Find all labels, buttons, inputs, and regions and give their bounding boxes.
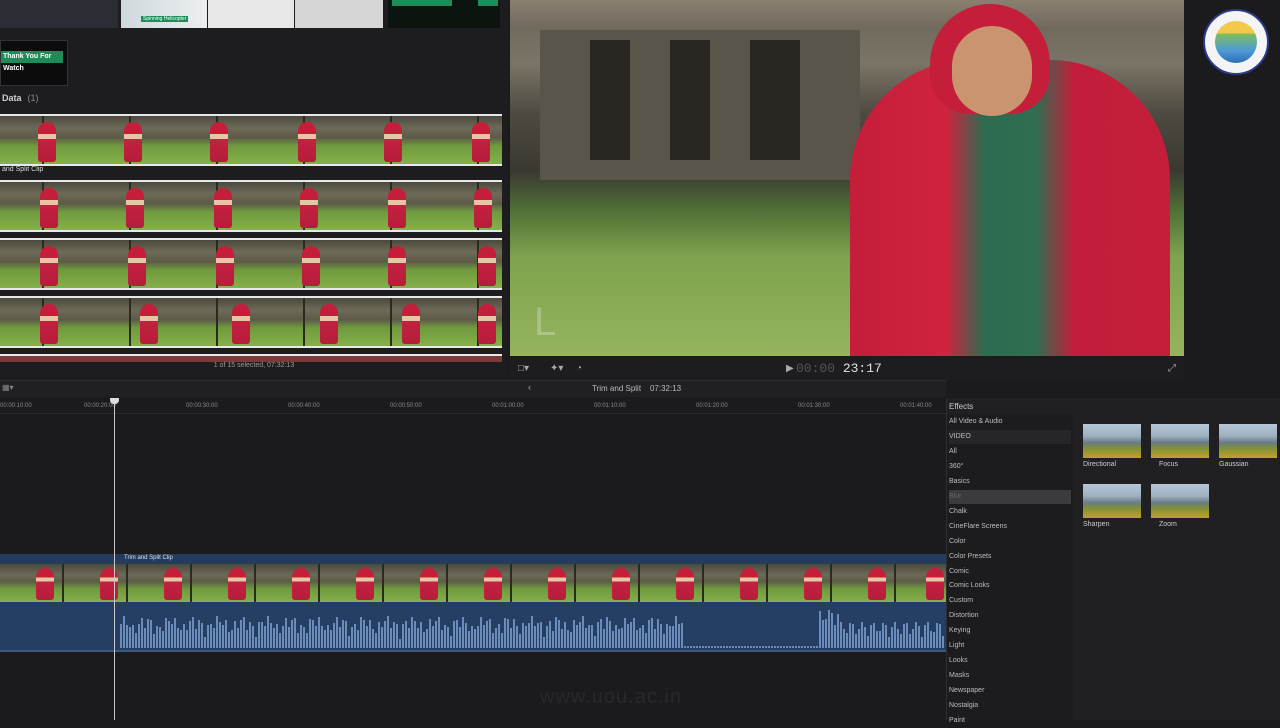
fullscreen-icon[interactable]: ⤢ bbox=[1168, 363, 1176, 374]
ruler-tick: 00:01:30:00 bbox=[798, 403, 830, 409]
ruler-tick: 00:00:30:00 bbox=[186, 403, 218, 409]
clip-thumbnail[interactable] bbox=[208, 0, 294, 28]
ruler-tick: 00:01:20:00 bbox=[696, 403, 728, 409]
effects-category-newspaper[interactable]: Newspaper bbox=[949, 684, 1071, 698]
clip-label: Trim and Split Clip bbox=[124, 555, 173, 561]
timeline-ruler[interactable]: 00:00:10:00 00:00:20:00 00:00:30:00 00:0… bbox=[0, 397, 946, 414]
play-icon[interactable]: ▶ bbox=[786, 363, 794, 374]
clip-thumbnail[interactable] bbox=[295, 0, 383, 28]
effects-category-blur[interactable]: Blur bbox=[949, 489, 1071, 504]
effects-category-basics[interactable]: Basics bbox=[949, 475, 1071, 489]
lower-third-title: L bbox=[534, 300, 557, 344]
transform-icon[interactable]: ✦▾ bbox=[550, 363, 563, 374]
thank-you-title: Thank You For Watch bbox=[1, 51, 63, 72]
playhead[interactable] bbox=[114, 398, 115, 720]
effects-category-paint[interactable]: Paint bbox=[949, 714, 1071, 728]
effects-category-light[interactable]: Light bbox=[949, 639, 1071, 653]
effects-category-distortion[interactable]: Distortion bbox=[949, 609, 1071, 623]
filmstrip-row[interactable] bbox=[0, 180, 502, 232]
effects-category-color[interactable]: Color bbox=[949, 535, 1071, 549]
effect-thumbnail[interactable] bbox=[1151, 484, 1209, 518]
effects-category-custom[interactable]: Custom bbox=[949, 594, 1071, 608]
timeline[interactable]: Trim and Split Clip www.uou.ac.in bbox=[0, 398, 946, 720]
event-title[interactable]: Data (1) bbox=[2, 93, 39, 103]
ruler-tick: 00:01:40:00 bbox=[900, 403, 932, 409]
timecode-display[interactable]: 00:00 23:17 bbox=[796, 361, 882, 376]
effects-category-cineflare-screens[interactable]: CineFlare Screens bbox=[949, 520, 1071, 534]
browser-pane: Spinning Helicopter Thank You For Watch … bbox=[0, 0, 508, 380]
speed-icon[interactable]: ◔ bbox=[576, 363, 582, 374]
timeline-title: Trim and Split 07:32:13 bbox=[592, 384, 681, 393]
filmstrip-row[interactable] bbox=[0, 114, 502, 166]
effect-thumbnail[interactable] bbox=[1083, 484, 1141, 518]
ruler-tick: 00:01:00:00 bbox=[492, 403, 524, 409]
clip-thumbnail[interactable]: Spinning Helicopter bbox=[121, 0, 207, 28]
clip-name: and Split Clip bbox=[2, 166, 44, 173]
ruler-tick: 00:00:40:00 bbox=[288, 403, 320, 409]
effects-title: Effects bbox=[949, 402, 974, 411]
filmstrip-row[interactable] bbox=[0, 296, 502, 348]
effects-category-masks[interactable]: Masks bbox=[949, 669, 1071, 683]
thumb-caption: Spinning Helicopter bbox=[141, 16, 189, 22]
effects-category-all-video-audio[interactable]: All Video & Audio bbox=[949, 415, 1071, 429]
video-clip[interactable] bbox=[0, 564, 946, 602]
project-duration: 07:32:13 bbox=[649, 384, 682, 393]
timeline-header: ▦▾ ‹ Trim and Split 07:32:13 bbox=[0, 380, 946, 397]
effects-category-nostalgia[interactable]: Nostalgia bbox=[949, 699, 1071, 713]
viewer-frame: L bbox=[510, 0, 1184, 356]
view-options-icon[interactable]: □▾ bbox=[518, 363, 529, 374]
effects-category-list: All Video & Audio VIDEO All 360° Basics Blur C… bbox=[947, 414, 1073, 724]
audio-waveform[interactable] bbox=[0, 602, 946, 652]
effect-label: Gaussian bbox=[1219, 461, 1249, 468]
effects-category-comic[interactable]: Comic bbox=[949, 565, 1071, 579]
event-count: (1) bbox=[27, 93, 39, 103]
thank-you-clip[interactable]: Thank You For Watch bbox=[0, 40, 68, 86]
back-icon[interactable]: ‹ bbox=[528, 382, 531, 392]
effects-category-all[interactable]: All bbox=[949, 445, 1071, 459]
effect-thumbnail[interactable] bbox=[1083, 424, 1141, 458]
effect-label: Focus bbox=[1159, 461, 1179, 468]
effects-category-video[interactable]: VIDEO bbox=[949, 429, 1071, 444]
watermark: www.uou.ac.in bbox=[540, 686, 682, 708]
timecode-dim: 00:00 bbox=[796, 361, 836, 376]
effect-thumbnail[interactable] bbox=[1151, 424, 1209, 458]
effects-category-chalk[interactable]: Chalk bbox=[949, 505, 1071, 519]
effects-category-360[interactable]: 360° bbox=[949, 460, 1071, 474]
project-name: Trim and Split bbox=[592, 384, 642, 393]
event-name: Data bbox=[2, 93, 22, 103]
effects-category-looks[interactable]: Looks bbox=[949, 654, 1071, 668]
ruler-tick: 00:01:10:00 bbox=[594, 403, 626, 409]
effect-thumbnail[interactable] bbox=[1219, 424, 1277, 458]
effects-category-comic-looks[interactable]: Comic Looks bbox=[949, 579, 1071, 593]
ruler-tick: 00:00:10:00 bbox=[0, 403, 32, 409]
effect-label: Directional bbox=[1083, 461, 1117, 468]
university-logo bbox=[1203, 9, 1269, 75]
selection-status: 1 of 15 selected, 07:32:13 bbox=[213, 362, 295, 369]
effect-label: Zoom bbox=[1159, 521, 1177, 528]
clip-thumbnail[interactable] bbox=[388, 0, 500, 28]
effects-category-keying[interactable]: Keying bbox=[949, 624, 1071, 638]
ruler-tick: 00:00:50:00 bbox=[390, 403, 422, 409]
ruler-tick: 00:00:20:00 bbox=[84, 403, 116, 409]
timeline-view-icon[interactable]: ▦▾ bbox=[2, 383, 14, 392]
effect-label: Sharpen bbox=[1083, 521, 1110, 528]
effects-browser: Effects All Video & Audio VIDEO All 360° Bas… bbox=[946, 398, 1280, 724]
viewer-toolbar: □▾ ✦▾ ◔ ▶ 00:00 23:17 ⤢ bbox=[510, 358, 1184, 380]
effects-category-color-presets[interactable]: Color Presets bbox=[949, 550, 1071, 564]
clip-thumbnail[interactable] bbox=[0, 0, 118, 28]
filmstrip-row[interactable] bbox=[0, 238, 502, 290]
timecode-value: 23:17 bbox=[842, 361, 882, 376]
